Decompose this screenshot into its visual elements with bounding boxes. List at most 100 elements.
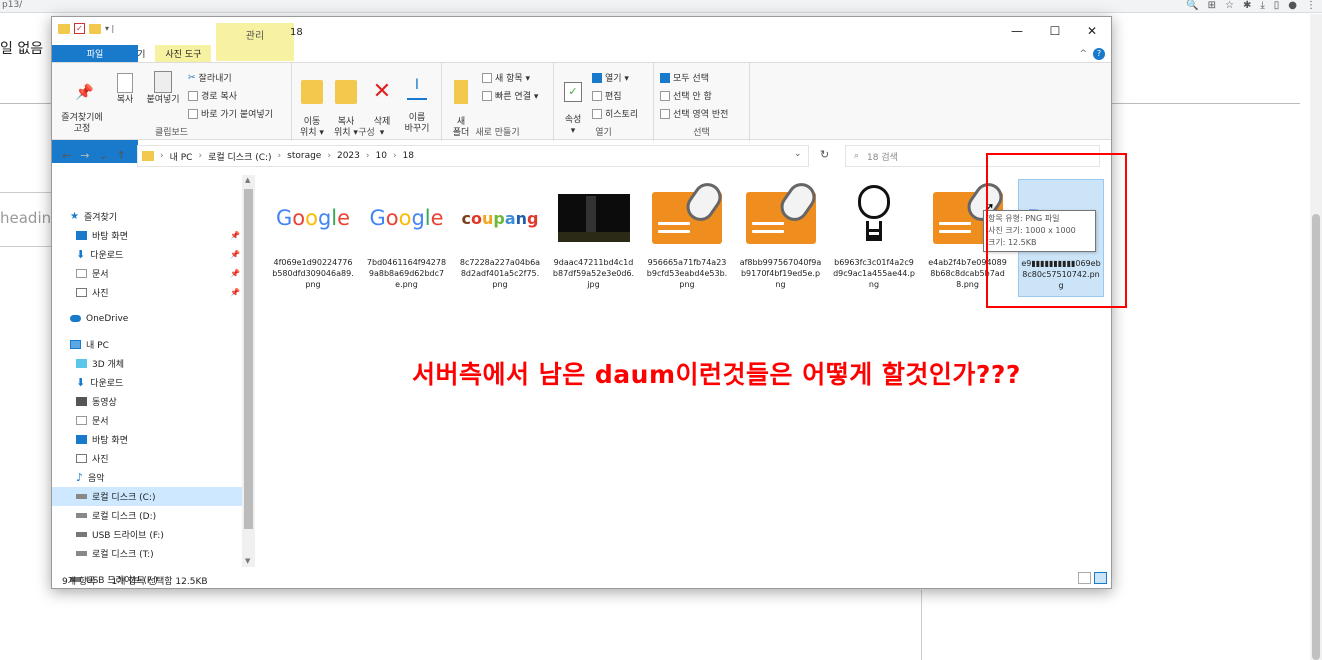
minimize-button[interactable]: — [1002,24,1032,38]
pin-icon[interactable]: 📌 [230,269,240,278]
onedrive-icon [70,315,81,322]
details-view-button[interactable] [1078,572,1091,584]
file-thumbnail: Google [270,179,356,257]
nav-item[interactable]: ★ 즐겨찾기 [52,207,242,226]
nav-item[interactable]: 로컬 디스크 (C:) [52,487,242,506]
new-item-button[interactable]: 새 항목 ▾ [482,71,530,84]
scroll-up-icon[interactable]: ▲ [245,176,250,184]
nav-item[interactable]: 바탕 화면 📌 [52,226,242,245]
nav-item[interactable]: 사진 📌 [52,283,242,302]
back-button[interactable]: ← [62,149,71,162]
coupang-logo: coupang [461,208,539,228]
zoom-icon[interactable]: 🔍 [1186,0,1198,12]
nav-item[interactable]: 동영상 [52,392,242,411]
file-item[interactable]: coupang 8c7228a227a04b6a8d2adf401a5c2f75.… [457,179,543,297]
new-folder-quick-icon[interactable] [89,23,101,34]
help-icon[interactable]: ? [1093,48,1105,60]
delete-icon: ✕ [372,79,392,104]
nav-item[interactable]: 문서 [52,411,242,430]
recent-locations-button[interactable]: ⌄ [98,149,107,162]
sidebar-icon[interactable]: ▯ [1274,0,1280,12]
annotation-text: 서버측에서 남은 daum이런것들은 어떻게 할것인가??? [412,360,1021,389]
file-item[interactable]: 956665a71fb74a23b9cfd53eabd4e53b.png [644,177,730,297]
file-item[interactable]: 9daac47211bd4c1db87df59a52e3e0d6.jpg [551,179,637,297]
nav-item[interactable]: 로컬 디스크 (D:) [52,506,242,525]
up-button[interactable]: ↑ [117,149,126,162]
download-icon: ⬇ [76,248,86,261]
nav-item[interactable]: OneDrive [52,309,242,328]
breadcrumb-item[interactable]: 로컬 디스크 (C:) [208,150,271,163]
file-item[interactable]: Google 4f069e1d90224776b580dfd309046a89.p… [270,179,356,297]
refresh-icon[interactable]: ↻ [820,148,829,161]
url-fragment[interactable]: p13/ [2,0,22,10]
close-button[interactable]: ✕ [1077,24,1107,38]
breadcrumb[interactable]: › 내 PC › 로컬 디스크 (C:) › storage › 2023 › … [137,145,809,167]
nav-item[interactable]: USB 드라이브 (F:) [52,525,242,544]
nav-item-label: 사진 [92,289,109,299]
attachment-image [745,177,821,244]
page-scrollbar-thumb[interactable] [1312,214,1320,660]
paste-button[interactable]: 붙여넣기 [144,71,182,106]
nav-item-label: 사진 [92,455,109,465]
nav-item[interactable]: 사진 [52,449,242,468]
nav-item[interactable]: ⬇ 다운로드 📌 [52,245,242,264]
nav-item[interactable]: 내 PC [52,335,242,354]
pin-icon[interactable]: 📌 [230,288,240,297]
customize-quick-access-icon[interactable]: ▾ | [105,24,114,33]
nav-item-label: 3D 개체 [92,360,125,370]
nav-item[interactable]: 바탕 화면 [52,430,242,449]
address-dropdown-icon[interactable]: ⌄ [794,149,802,159]
breadcrumb-item[interactable]: 10 [375,151,386,161]
profile-icon[interactable]: ● [1288,0,1297,12]
paste-shortcut-button[interactable]: 바로 가기 붙여넣기 [188,107,273,120]
bookmark-icon[interactable]: ☆ [1225,0,1234,12]
file-thumbnail [551,179,637,257]
invert-selection-button[interactable]: 선택 영역 반전 [660,107,728,120]
history-button[interactable]: 히스토리 [592,107,638,120]
breadcrumb-item[interactable]: 2023 [337,151,360,161]
scroll-down-icon[interactable]: ▼ [245,557,250,565]
tab-picture-tools[interactable]: 사진 도구 [155,45,212,62]
file-item[interactable]: b6963fc3c01f4a2c9d9c9ac1a455ae44.png [831,179,917,297]
breadcrumb-item[interactable]: 18 [403,151,414,161]
nav-item-label: 내 PC [86,341,109,351]
document-icon [76,269,87,278]
nav-item[interactable]: ⬇ 다운로드 [52,373,242,392]
download-icon[interactable]: ⤓ [1260,0,1264,12]
annotation-highlight-box [986,153,1127,308]
pin-icon[interactable]: 📌 [230,250,240,259]
maximize-button[interactable]: ☐ [1040,24,1070,38]
file-item[interactable]: Google 7bd0461164f942789a8b8a69d62bdc7e.p… [364,179,450,297]
collapse-ribbon-icon[interactable]: ^ [1079,49,1087,59]
edit-button[interactable]: 편집 [592,89,622,102]
file-name: 956665a71fb74a23b9cfd53eabd4e53b.png [646,258,728,289]
extensions-icon[interactable]: ✱ [1243,0,1251,12]
paste-shortcut-label: 바로 가기 붙여넣기 [201,110,273,120]
copy-button[interactable]: 복사 [112,73,138,106]
pin-icon[interactable]: 📌 [230,231,240,240]
properties-quick-icon[interactable]: ✓ [74,23,85,34]
select-none-button[interactable]: 선택 안 함 [660,89,712,102]
nav-item[interactable]: 문서 📌 [52,264,242,283]
navigation-scrollbar-thumb[interactable] [244,189,253,529]
breadcrumb-item[interactable]: storage [287,151,321,161]
nav-item[interactable]: 3D 개체 [52,354,242,373]
open-label: 열기 ▾ [605,74,629,84]
nav-item[interactable]: ♪ 음악 [52,468,242,487]
navigation-pane: ★ 즐겨찾기 바탕 화면 📌 ⬇ 다운로드 📌 문서 📌 사진 📌 OneDrive 내 PC 3D 개체… [52,175,255,586]
cut-button[interactable]: ✂ 잘라내기 [188,71,232,85]
large-icons-view-button[interactable] [1094,572,1107,584]
share-icon[interactable]: ⊞ [1208,0,1216,12]
breadcrumb-item[interactable]: 내 PC [170,150,193,163]
video-icon [76,397,87,406]
open-button[interactable]: 열기 ▾ [592,71,629,84]
copy-path-button[interactable]: 경로 복사 [188,89,237,102]
forward-button[interactable]: → [80,149,89,162]
nav-item-label: 문서 [92,270,109,280]
file-item[interactable]: af8bb997567040f9ab9170f4bf19ed5e.png [738,177,824,297]
file-thumbnail: coupang [457,179,543,257]
menu-icon[interactable]: ⋮ [1306,0,1316,12]
select-all-button[interactable]: 모두 선택 [660,71,709,84]
easy-access-button[interactable]: 빠른 연결 ▾ [482,89,538,102]
nav-item[interactable]: 로컬 디스크 (T:) [52,544,242,563]
